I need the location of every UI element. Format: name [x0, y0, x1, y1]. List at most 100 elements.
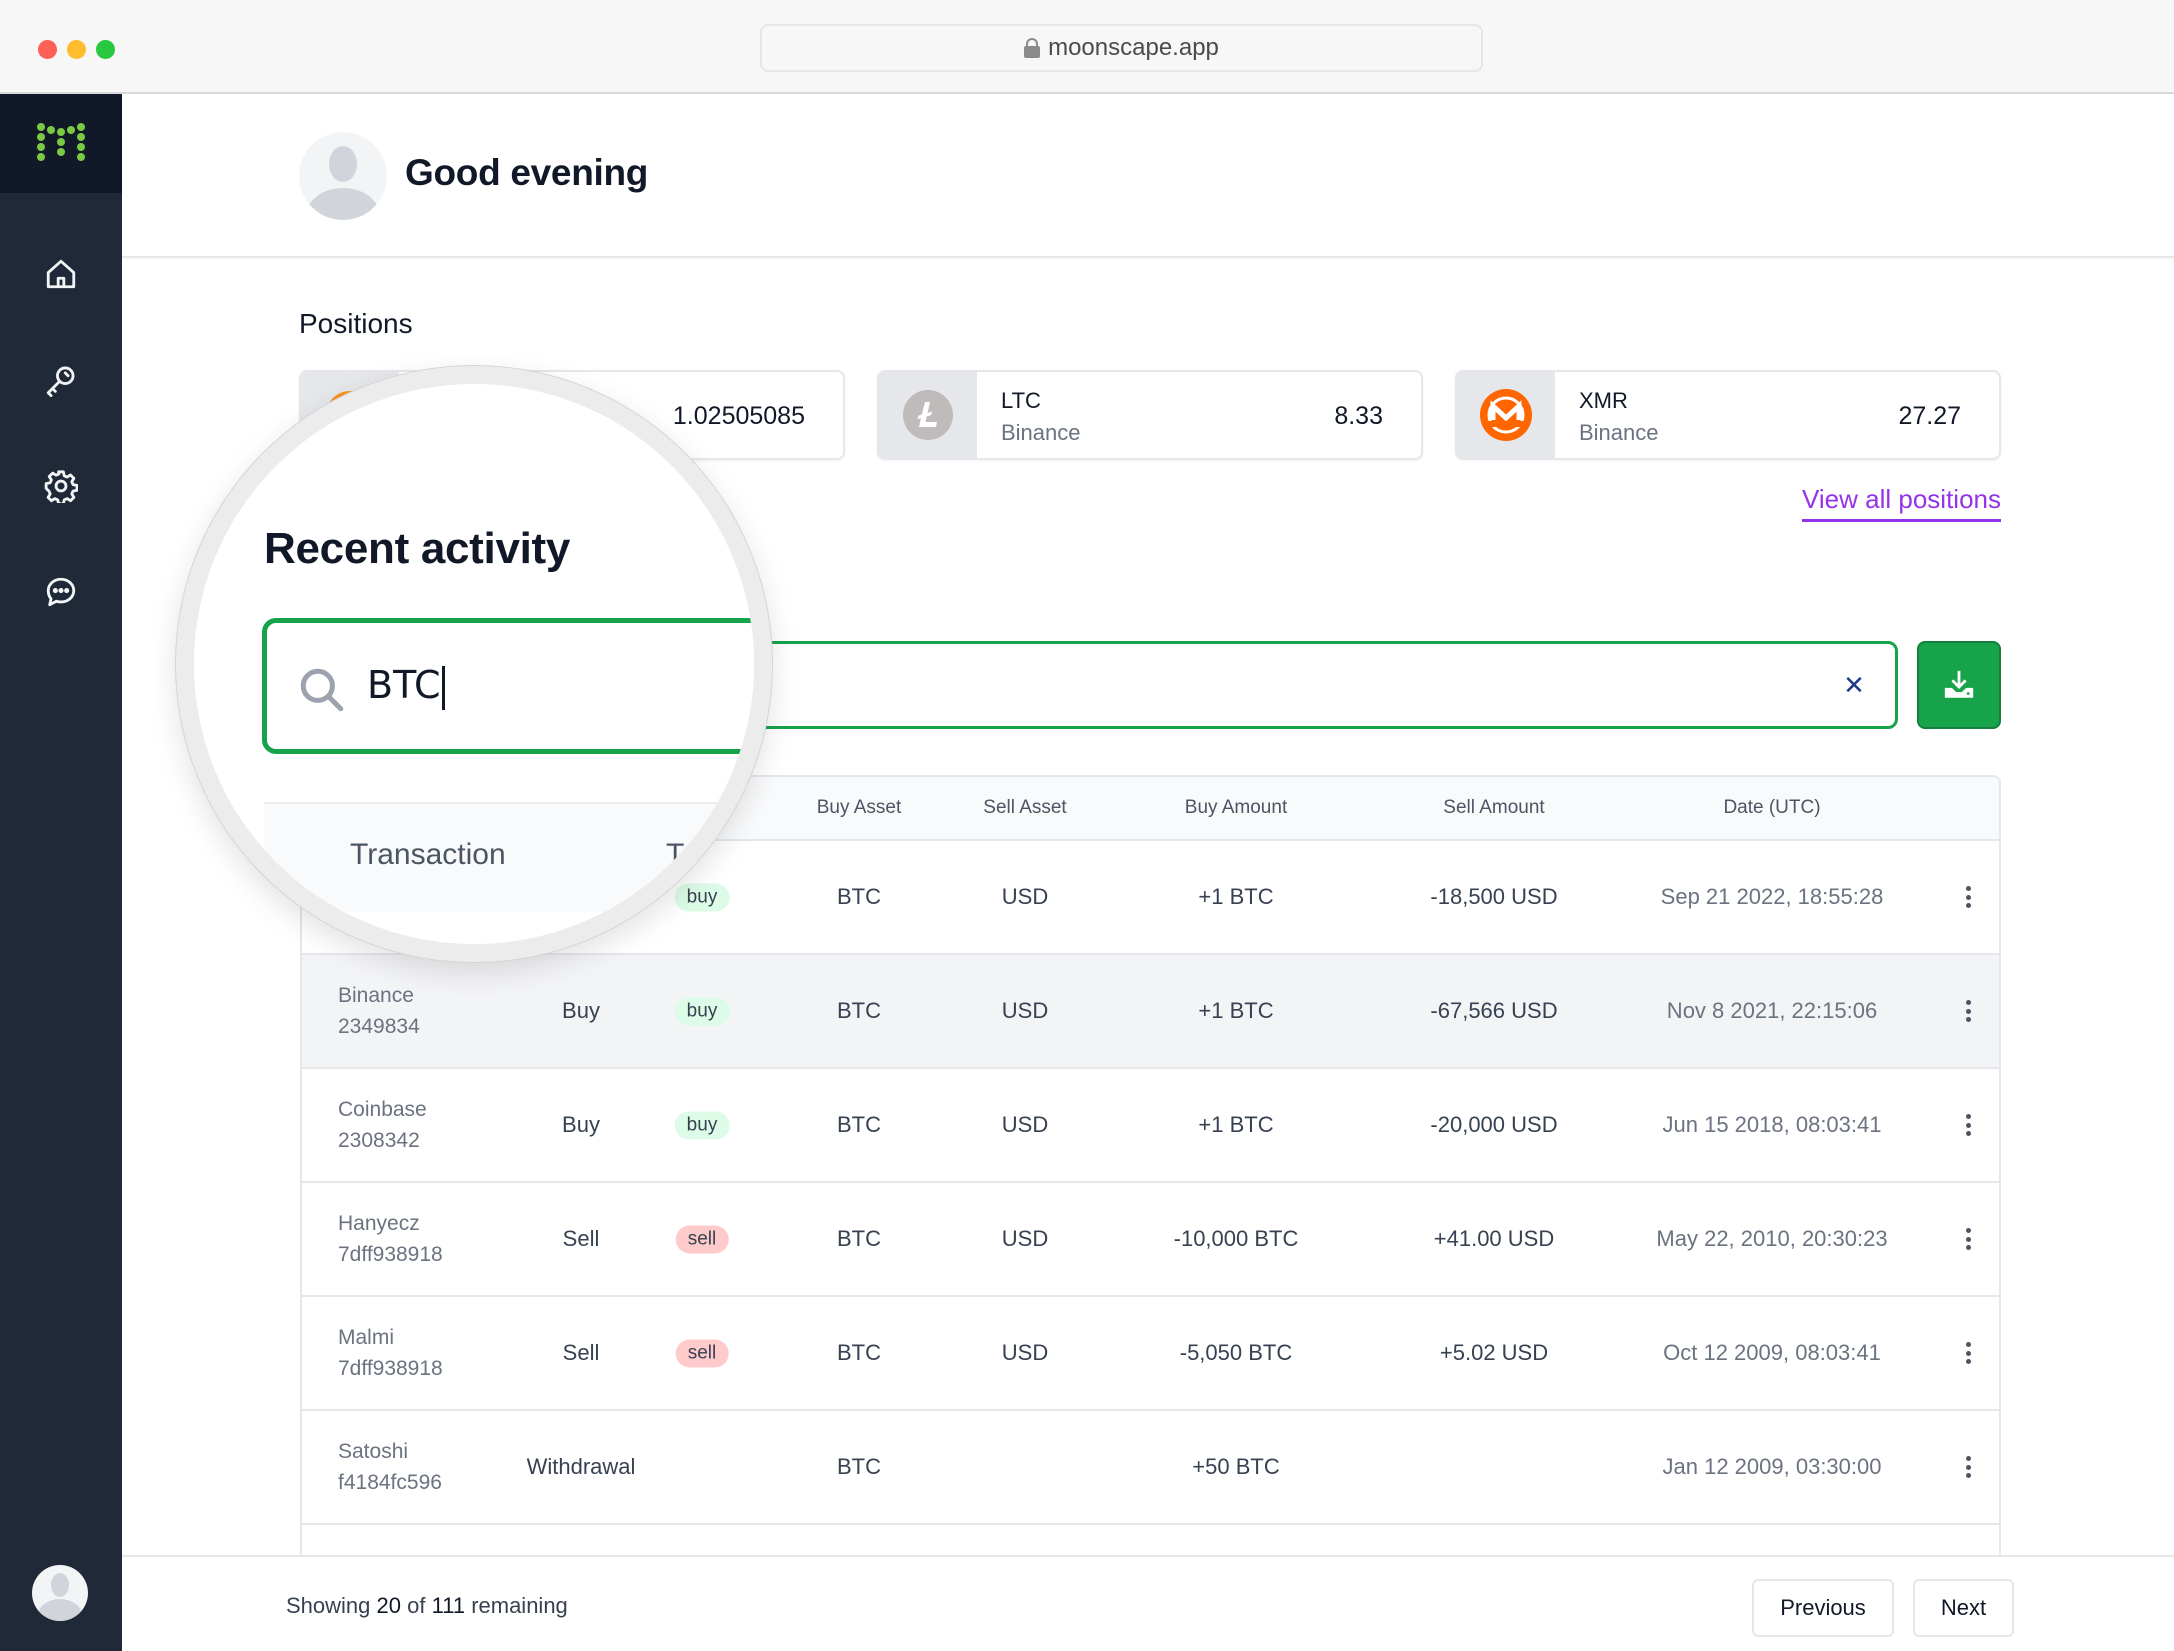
- position-icon-cell: [879, 372, 977, 458]
- sidebar-item-messages[interactable]: [41, 572, 81, 612]
- sidebar-item-settings[interactable]: [41, 466, 81, 506]
- home-icon: [46, 259, 76, 289]
- column-header-transaction[interactable]: Transaction: [350, 838, 506, 872]
- row-menu-button[interactable]: [1965, 1456, 1971, 1478]
- position-exchange: Binance: [1579, 420, 1659, 445]
- date-cell: Sep 21 2022, 18:55:28: [1660, 884, 1884, 909]
- transaction-source: Malmi: [338, 1326, 394, 1349]
- maximize-window-button[interactable]: [96, 40, 115, 59]
- magnified-table-header: Transaction T: [264, 802, 754, 912]
- type-cell: Withdrawal: [526, 1454, 636, 1479]
- showing-count: 20: [376, 1593, 401, 1618]
- sell-amount-cell: -18,500 USD: [1430, 884, 1558, 909]
- table-row[interactable]: Hanyecz 7dff938918 Sell sell BTC USD -10,000 B…: [302, 1181, 1999, 1295]
- sell-asset-cell: USD: [1001, 998, 1049, 1023]
- search-icon: [300, 668, 344, 712]
- table-row[interactable]: Coinbase 2308342 Buy buy BTC USD +1 BTC -20,000…: [302, 1067, 1999, 1181]
- buy-amount-cell: -5,050 BTC: [1179, 1340, 1293, 1365]
- transaction-cell[interactable]: Coinbase 2308342: [338, 1094, 427, 1156]
- kebab-menu-icon: [1965, 886, 1971, 908]
- next-page-button[interactable]: Next: [1913, 1579, 2014, 1637]
- transaction-source: Satoshi: [338, 1440, 409, 1463]
- download-button[interactable]: [1917, 641, 2001, 729]
- date-cell: Oct 12 2009, 08:03:41: [1663, 1340, 1881, 1365]
- user-avatar[interactable]: [32, 1565, 88, 1621]
- table-row[interactable]: Malmi 7dff938918 Sell sell BTC USD -5,050 BTC +…: [302, 1295, 1999, 1409]
- position-card-ltc[interactable]: LTC Binance 8.33: [877, 370, 1423, 460]
- column-header-type[interactable]: T: [666, 838, 684, 872]
- close-window-button[interactable]: [38, 40, 57, 59]
- minimize-window-button[interactable]: [67, 40, 86, 59]
- position-amount: 8.33: [1334, 402, 1383, 430]
- page-header: Good evening: [122, 94, 2174, 258]
- monero-icon: [1480, 389, 1532, 441]
- showing-of: of: [407, 1593, 426, 1618]
- buy-asset-cell: BTC: [837, 1112, 881, 1137]
- browser-chrome: moonscape.app: [0, 0, 2174, 94]
- buy-asset-cell: BTC: [837, 998, 881, 1023]
- sell-amount-cell: +5.02 USD: [1439, 1340, 1549, 1365]
- type-badge: buy: [674, 997, 730, 1026]
- table-row[interactable]: Satoshi f4184fc596 Withdrawal BTC +50 BTC Jan…: [302, 1409, 1999, 1523]
- buy-amount-cell: -10,000 BTC: [1173, 1226, 1299, 1251]
- transaction-cell[interactable]: Malmi 7dff938918: [338, 1322, 443, 1384]
- status-badge: sell: [675, 1225, 729, 1254]
- position-amount: 1.02505085: [672, 402, 805, 430]
- transaction-source: Hanyecz: [338, 1212, 420, 1235]
- buy-amount-cell: +1 BTC: [1198, 884, 1274, 909]
- transaction-cell[interactable]: Binance 2349834: [338, 980, 420, 1042]
- close-icon[interactable]: ✕: [1839, 670, 1869, 700]
- position-card-xmr[interactable]: XMR Binance 27.27: [1455, 370, 2001, 460]
- transaction-id: 2349834: [338, 1015, 420, 1038]
- date-cell: Nov 8 2021, 22:15:06: [1666, 998, 1878, 1023]
- showing-prefix: Showing: [286, 1593, 371, 1618]
- transaction-cell[interactable]: Satoshi f4184fc596: [338, 1436, 442, 1498]
- search-value: BTC: [367, 663, 445, 710]
- row-menu-button[interactable]: [1965, 1342, 1971, 1364]
- transaction-id: 2308342: [338, 1129, 420, 1152]
- status-badge: sell: [675, 1339, 729, 1368]
- header-avatar[interactable]: [299, 132, 387, 220]
- column-header-date[interactable]: Date (UTC): [1723, 797, 1820, 819]
- kebab-menu-icon: [1965, 1456, 1971, 1478]
- user-icon: [38, 1573, 82, 1621]
- showing-total: 111: [431, 1593, 466, 1618]
- magnified-search-input[interactable]: BTC: [262, 618, 754, 754]
- sell-asset-cell: USD: [1001, 1226, 1049, 1251]
- column-header-sell-asset[interactable]: Sell Asset: [983, 797, 1066, 819]
- address-bar[interactable]: moonscape.app: [760, 24, 1483, 72]
- transaction-id: 7dff938918: [338, 1243, 443, 1266]
- column-header-buy-asset[interactable]: Buy Asset: [817, 797, 902, 819]
- sidebar-item-keys[interactable]: [41, 360, 81, 400]
- view-all-positions-link[interactable]: View all positions: [1802, 484, 2001, 522]
- type-badge: buy: [674, 1111, 730, 1140]
- type-cell: Buy: [562, 1112, 600, 1137]
- sidebar-item-home[interactable]: [41, 254, 81, 294]
- row-menu-button[interactable]: [1965, 1000, 1971, 1022]
- position-amount: 27.27: [1898, 402, 1961, 430]
- column-header-buy-amount[interactable]: Buy Amount: [1185, 797, 1287, 819]
- transaction-cell[interactable]: Hanyecz 7dff938918: [338, 1208, 443, 1270]
- user-icon: [307, 146, 379, 220]
- previous-page-button[interactable]: Previous: [1752, 1579, 1894, 1637]
- status-badge: buy: [674, 997, 730, 1026]
- type-cell: Buy: [562, 998, 600, 1023]
- magnifier-lens: Recent activity BTC Transaction T: [176, 366, 772, 962]
- url-text: moonscape.app: [1048, 34, 1219, 61]
- table-row[interactable]: Binance 2349834 Buy buy BTC USD +1 BTC -67,566 …: [302, 953, 1999, 1067]
- showing-suffix: remaining: [471, 1593, 568, 1618]
- column-header-sell-amount[interactable]: Sell Amount: [1443, 797, 1544, 819]
- pagination-summary: Showing 20 of 111 remaining: [286, 1593, 568, 1619]
- kebab-menu-icon: [1965, 1000, 1971, 1022]
- text-caret: [441, 665, 445, 710]
- logo-area[interactable]: [0, 94, 122, 193]
- table-footer: Showing 20 of 111 remaining Previous Nex…: [122, 1555, 2174, 1651]
- transaction-id: 7dff938918: [338, 1357, 443, 1380]
- position-symbol: LTC: [1001, 388, 1041, 413]
- sell-amount-cell: +41.00 USD: [1433, 1226, 1555, 1251]
- sell-amount-cell: -67,566 USD: [1430, 998, 1558, 1023]
- row-menu-button[interactable]: [1965, 1228, 1971, 1250]
- position-icon-cell: [1457, 372, 1555, 458]
- row-menu-button[interactable]: [1965, 886, 1971, 908]
- row-menu-button[interactable]: [1965, 1114, 1971, 1136]
